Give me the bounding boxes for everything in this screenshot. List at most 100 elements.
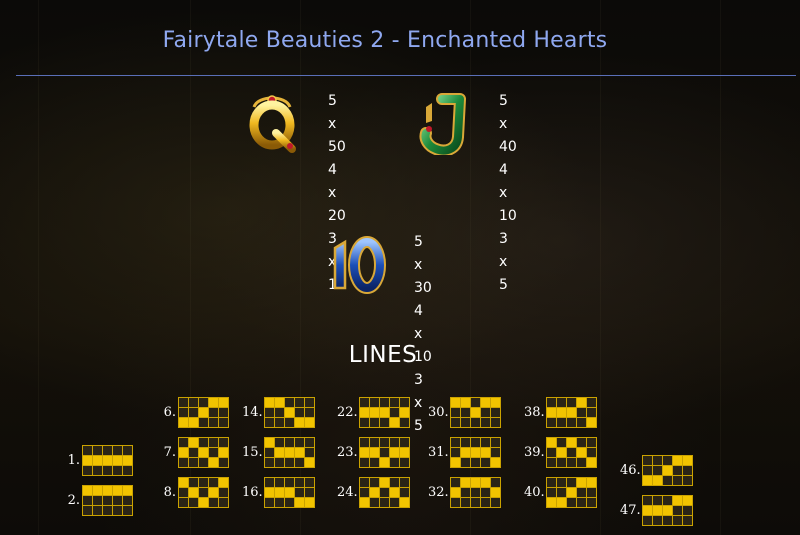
payline-cell bbox=[663, 496, 672, 505]
payline-cell-active bbox=[567, 408, 576, 417]
payline-cell bbox=[547, 398, 556, 407]
payline-cell bbox=[285, 418, 294, 427]
payline-cell bbox=[587, 438, 596, 447]
payline-cell bbox=[400, 438, 409, 447]
page-title: Fairytale Beauties 2 - Enchanted Hearts bbox=[162, 28, 608, 53]
payline-cell bbox=[577, 408, 586, 417]
payline-cell bbox=[305, 398, 314, 407]
payline-item: 31. bbox=[428, 437, 501, 468]
payline-cell-active bbox=[275, 448, 284, 457]
payline-cell bbox=[83, 446, 92, 455]
payline-cell-active bbox=[481, 478, 490, 487]
payline-cell bbox=[275, 408, 284, 417]
pay-5: 5 x 50 bbox=[328, 93, 346, 155]
payline-cell bbox=[123, 446, 132, 455]
payline-cell bbox=[123, 466, 132, 475]
payline-cell bbox=[93, 466, 102, 475]
payline-cell-active bbox=[265, 398, 274, 407]
payline-cell bbox=[587, 398, 596, 407]
payline-number: 15. bbox=[242, 445, 263, 460]
payline-cell-active bbox=[370, 448, 379, 457]
payline-cell-active bbox=[643, 506, 652, 515]
payline-cell bbox=[83, 466, 92, 475]
payline-cell bbox=[103, 446, 112, 455]
payline-cell-active bbox=[557, 448, 566, 457]
payline-cell-active bbox=[673, 496, 682, 505]
payline-cell bbox=[295, 408, 304, 417]
payline-cell bbox=[481, 488, 490, 497]
payline-pattern bbox=[82, 485, 133, 516]
payline-cell bbox=[179, 438, 188, 447]
payline-cell bbox=[219, 458, 228, 467]
payline-cell-active bbox=[189, 488, 198, 497]
payline-cell bbox=[209, 418, 218, 427]
payline-cell-active bbox=[491, 488, 500, 497]
payline-cell bbox=[275, 478, 284, 487]
payline-cell-active bbox=[295, 418, 304, 427]
payline-number: 14. bbox=[242, 405, 263, 420]
payline-cell bbox=[471, 488, 480, 497]
payline-cell-active bbox=[481, 448, 490, 457]
payline-cell-active bbox=[481, 398, 490, 407]
payline-cell bbox=[461, 498, 470, 507]
payline-cell bbox=[567, 478, 576, 487]
payline-cell bbox=[113, 496, 122, 505]
payline-cell bbox=[481, 498, 490, 507]
payline-cell bbox=[305, 438, 314, 447]
payline-cell bbox=[113, 466, 122, 475]
payline-cell-active bbox=[491, 458, 500, 467]
payline-number: 30. bbox=[428, 405, 449, 420]
payline-cell-active bbox=[265, 438, 274, 447]
payline-cell bbox=[400, 478, 409, 487]
payline-cell bbox=[179, 458, 188, 467]
payline-cell-active bbox=[471, 408, 480, 417]
payline-cell-active bbox=[451, 398, 460, 407]
payline-cell bbox=[360, 398, 369, 407]
payline-cell bbox=[451, 478, 460, 487]
payline-cell bbox=[390, 438, 399, 447]
payline-number: 2. bbox=[67, 493, 80, 508]
payline-cell bbox=[285, 458, 294, 467]
payline-cell-active bbox=[179, 418, 188, 427]
payline-cell bbox=[683, 476, 692, 485]
payline-cell-active bbox=[577, 398, 586, 407]
payline-cell bbox=[557, 398, 566, 407]
payline-cell bbox=[265, 418, 274, 427]
payline-pattern bbox=[178, 477, 229, 508]
payline-cell-active bbox=[360, 408, 369, 417]
payline-pattern bbox=[82, 445, 133, 476]
payline-pattern bbox=[642, 455, 693, 486]
payline-item: 23. bbox=[337, 437, 410, 468]
payline-cell bbox=[295, 488, 304, 497]
payline-number: 24. bbox=[337, 485, 358, 500]
payline-cell bbox=[491, 418, 500, 427]
payline-cell bbox=[643, 496, 652, 505]
payline-cell bbox=[567, 448, 576, 457]
payline-cell-active bbox=[209, 488, 218, 497]
payline-cell bbox=[643, 456, 652, 465]
payline-cell bbox=[275, 438, 284, 447]
payline-cell-active bbox=[653, 476, 662, 485]
payline-cell-active bbox=[663, 506, 672, 515]
payline-cell bbox=[199, 458, 208, 467]
payline-cell bbox=[643, 516, 652, 525]
payline-item: 24. bbox=[337, 477, 410, 508]
payline-item: 39. bbox=[524, 437, 597, 468]
payline-cell-active bbox=[209, 398, 218, 407]
payline-cell bbox=[567, 458, 576, 467]
payline-cell bbox=[360, 418, 369, 427]
payline-number: 47. bbox=[620, 503, 641, 518]
payline-cell-active bbox=[305, 418, 314, 427]
payline-cell bbox=[265, 498, 274, 507]
payline-cell bbox=[461, 458, 470, 467]
payline-cell bbox=[547, 458, 556, 467]
payline-cell-active bbox=[295, 448, 304, 457]
payline-cell-active bbox=[400, 448, 409, 457]
payline-cell bbox=[380, 398, 389, 407]
payline-cell bbox=[103, 506, 112, 515]
payline-cell-active bbox=[219, 448, 228, 457]
payline-cell bbox=[305, 478, 314, 487]
payline-pattern bbox=[450, 397, 501, 428]
payline-cell-active bbox=[380, 408, 389, 417]
payline-cell bbox=[209, 438, 218, 447]
